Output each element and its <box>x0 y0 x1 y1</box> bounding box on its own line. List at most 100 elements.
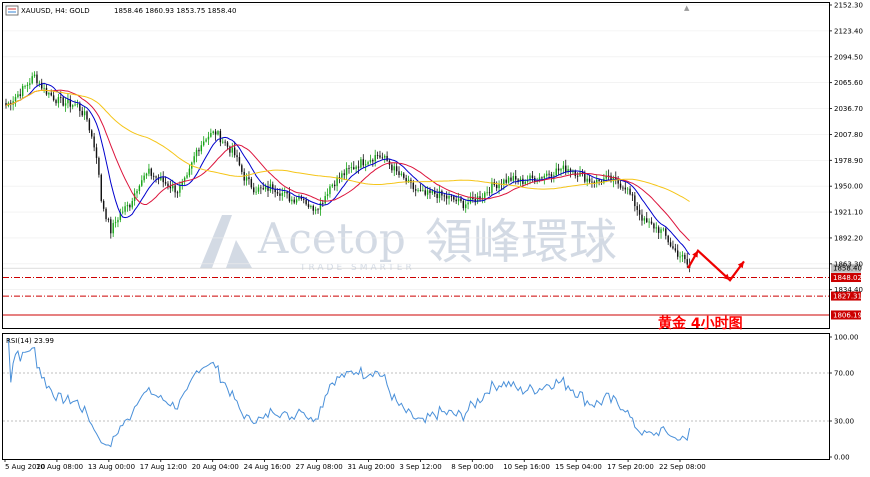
candle-body <box>341 173 343 178</box>
candle-body <box>29 83 31 85</box>
candle-body <box>179 185 181 193</box>
candle-body <box>317 209 319 211</box>
time-tick-label: 10 Sep 16:00 <box>503 463 550 471</box>
candle-body <box>510 177 512 181</box>
candle-body <box>557 168 560 171</box>
candle-body <box>79 104 81 111</box>
candle-body <box>572 171 574 173</box>
candle-body <box>465 204 467 209</box>
candle-body <box>591 181 593 183</box>
candle-body <box>21 86 24 96</box>
candle-body <box>305 199 307 205</box>
candle-body <box>369 159 372 163</box>
candle-body <box>467 202 469 205</box>
candle-body <box>257 187 260 192</box>
candle-body <box>236 155 238 158</box>
candle-body <box>43 87 45 89</box>
candle-body <box>360 159 362 168</box>
time-tick-label: 24 Aug 16:00 <box>244 463 291 471</box>
candle-body <box>455 199 457 202</box>
candle-body <box>362 159 365 166</box>
candle-body <box>307 204 310 208</box>
candle-body <box>138 185 141 191</box>
candle-body <box>484 192 486 198</box>
candle-body <box>117 219 119 223</box>
candle-body <box>205 139 207 142</box>
candle-body <box>136 190 138 194</box>
time-tick-label: 8 Sep 00:00 <box>451 463 493 471</box>
price-tick-label: 2065.60 <box>834 79 863 87</box>
candle-body <box>400 173 403 175</box>
candle-body <box>655 227 657 229</box>
candle-body <box>207 136 210 140</box>
candle-body <box>124 206 126 212</box>
candle-body <box>669 242 672 247</box>
candle-body <box>67 99 69 104</box>
candle-body <box>233 147 236 156</box>
candle-body <box>624 187 627 190</box>
candle-body <box>384 155 386 158</box>
price-tick-label: 1863.30 <box>834 260 863 268</box>
candle-body <box>172 185 174 189</box>
candle-body <box>74 104 76 106</box>
candle-body <box>95 147 98 158</box>
candle-body <box>295 199 298 203</box>
candle-body <box>55 100 57 104</box>
candle-body <box>50 92 52 96</box>
candle-body <box>312 205 314 211</box>
candle-body <box>105 208 107 220</box>
candle-body <box>212 131 214 134</box>
candle-body <box>672 246 674 249</box>
time-tick-label: 17 Sep 20:00 <box>607 463 654 471</box>
candle-body <box>460 198 462 201</box>
candle-body <box>33 74 36 77</box>
candle-body <box>345 167 348 176</box>
candle-body <box>667 235 669 243</box>
time-axis: 5 Aug 202010 Aug 08:00 13 Aug 00:00 17 Aug… <box>4 459 706 471</box>
candle-body <box>462 200 465 209</box>
candle-body <box>148 168 150 174</box>
candle-body <box>110 219 112 234</box>
candle-body <box>48 92 50 95</box>
candle-body <box>631 194 634 196</box>
candle-body <box>443 195 445 197</box>
price-tick-label: 2094.50 <box>834 53 863 61</box>
candle-body <box>424 190 426 195</box>
candle-body <box>231 147 233 153</box>
candle-body <box>646 218 648 223</box>
candle-body <box>357 166 360 168</box>
price-tick-label: 2007.80 <box>834 131 863 139</box>
candle-body <box>162 177 164 183</box>
candle-body <box>126 204 129 207</box>
candle-body <box>576 175 579 177</box>
candle-body <box>638 209 641 215</box>
candle-body <box>553 175 555 177</box>
candle-body <box>100 174 102 201</box>
price-tick-label: 1834.40 <box>834 286 863 294</box>
candle <box>98 156 100 178</box>
candle-body <box>684 254 686 260</box>
candle-body <box>112 223 114 234</box>
candle-body <box>76 104 79 105</box>
candle-body <box>250 179 253 188</box>
main-chart-frame <box>2 2 830 329</box>
candle-body <box>107 219 110 220</box>
candle-body <box>550 174 553 177</box>
candle-body <box>686 259 688 265</box>
candle-body <box>17 94 19 98</box>
rsi-tick-label: 30.00 <box>834 418 854 426</box>
candle-body <box>391 164 393 171</box>
candle-body <box>253 187 255 193</box>
rsi-panel-frame <box>2 333 830 460</box>
candle-body <box>322 202 324 204</box>
candle-body <box>210 133 212 137</box>
candle-body <box>226 142 229 147</box>
candle-body <box>86 111 88 120</box>
watermark-cn: 領峰環球 <box>425 214 617 270</box>
candle-body <box>214 131 217 135</box>
candle-body <box>445 195 448 199</box>
candle-body <box>164 182 167 184</box>
candle-body <box>364 164 367 166</box>
candle-body <box>386 155 388 161</box>
candle-body <box>31 76 33 84</box>
